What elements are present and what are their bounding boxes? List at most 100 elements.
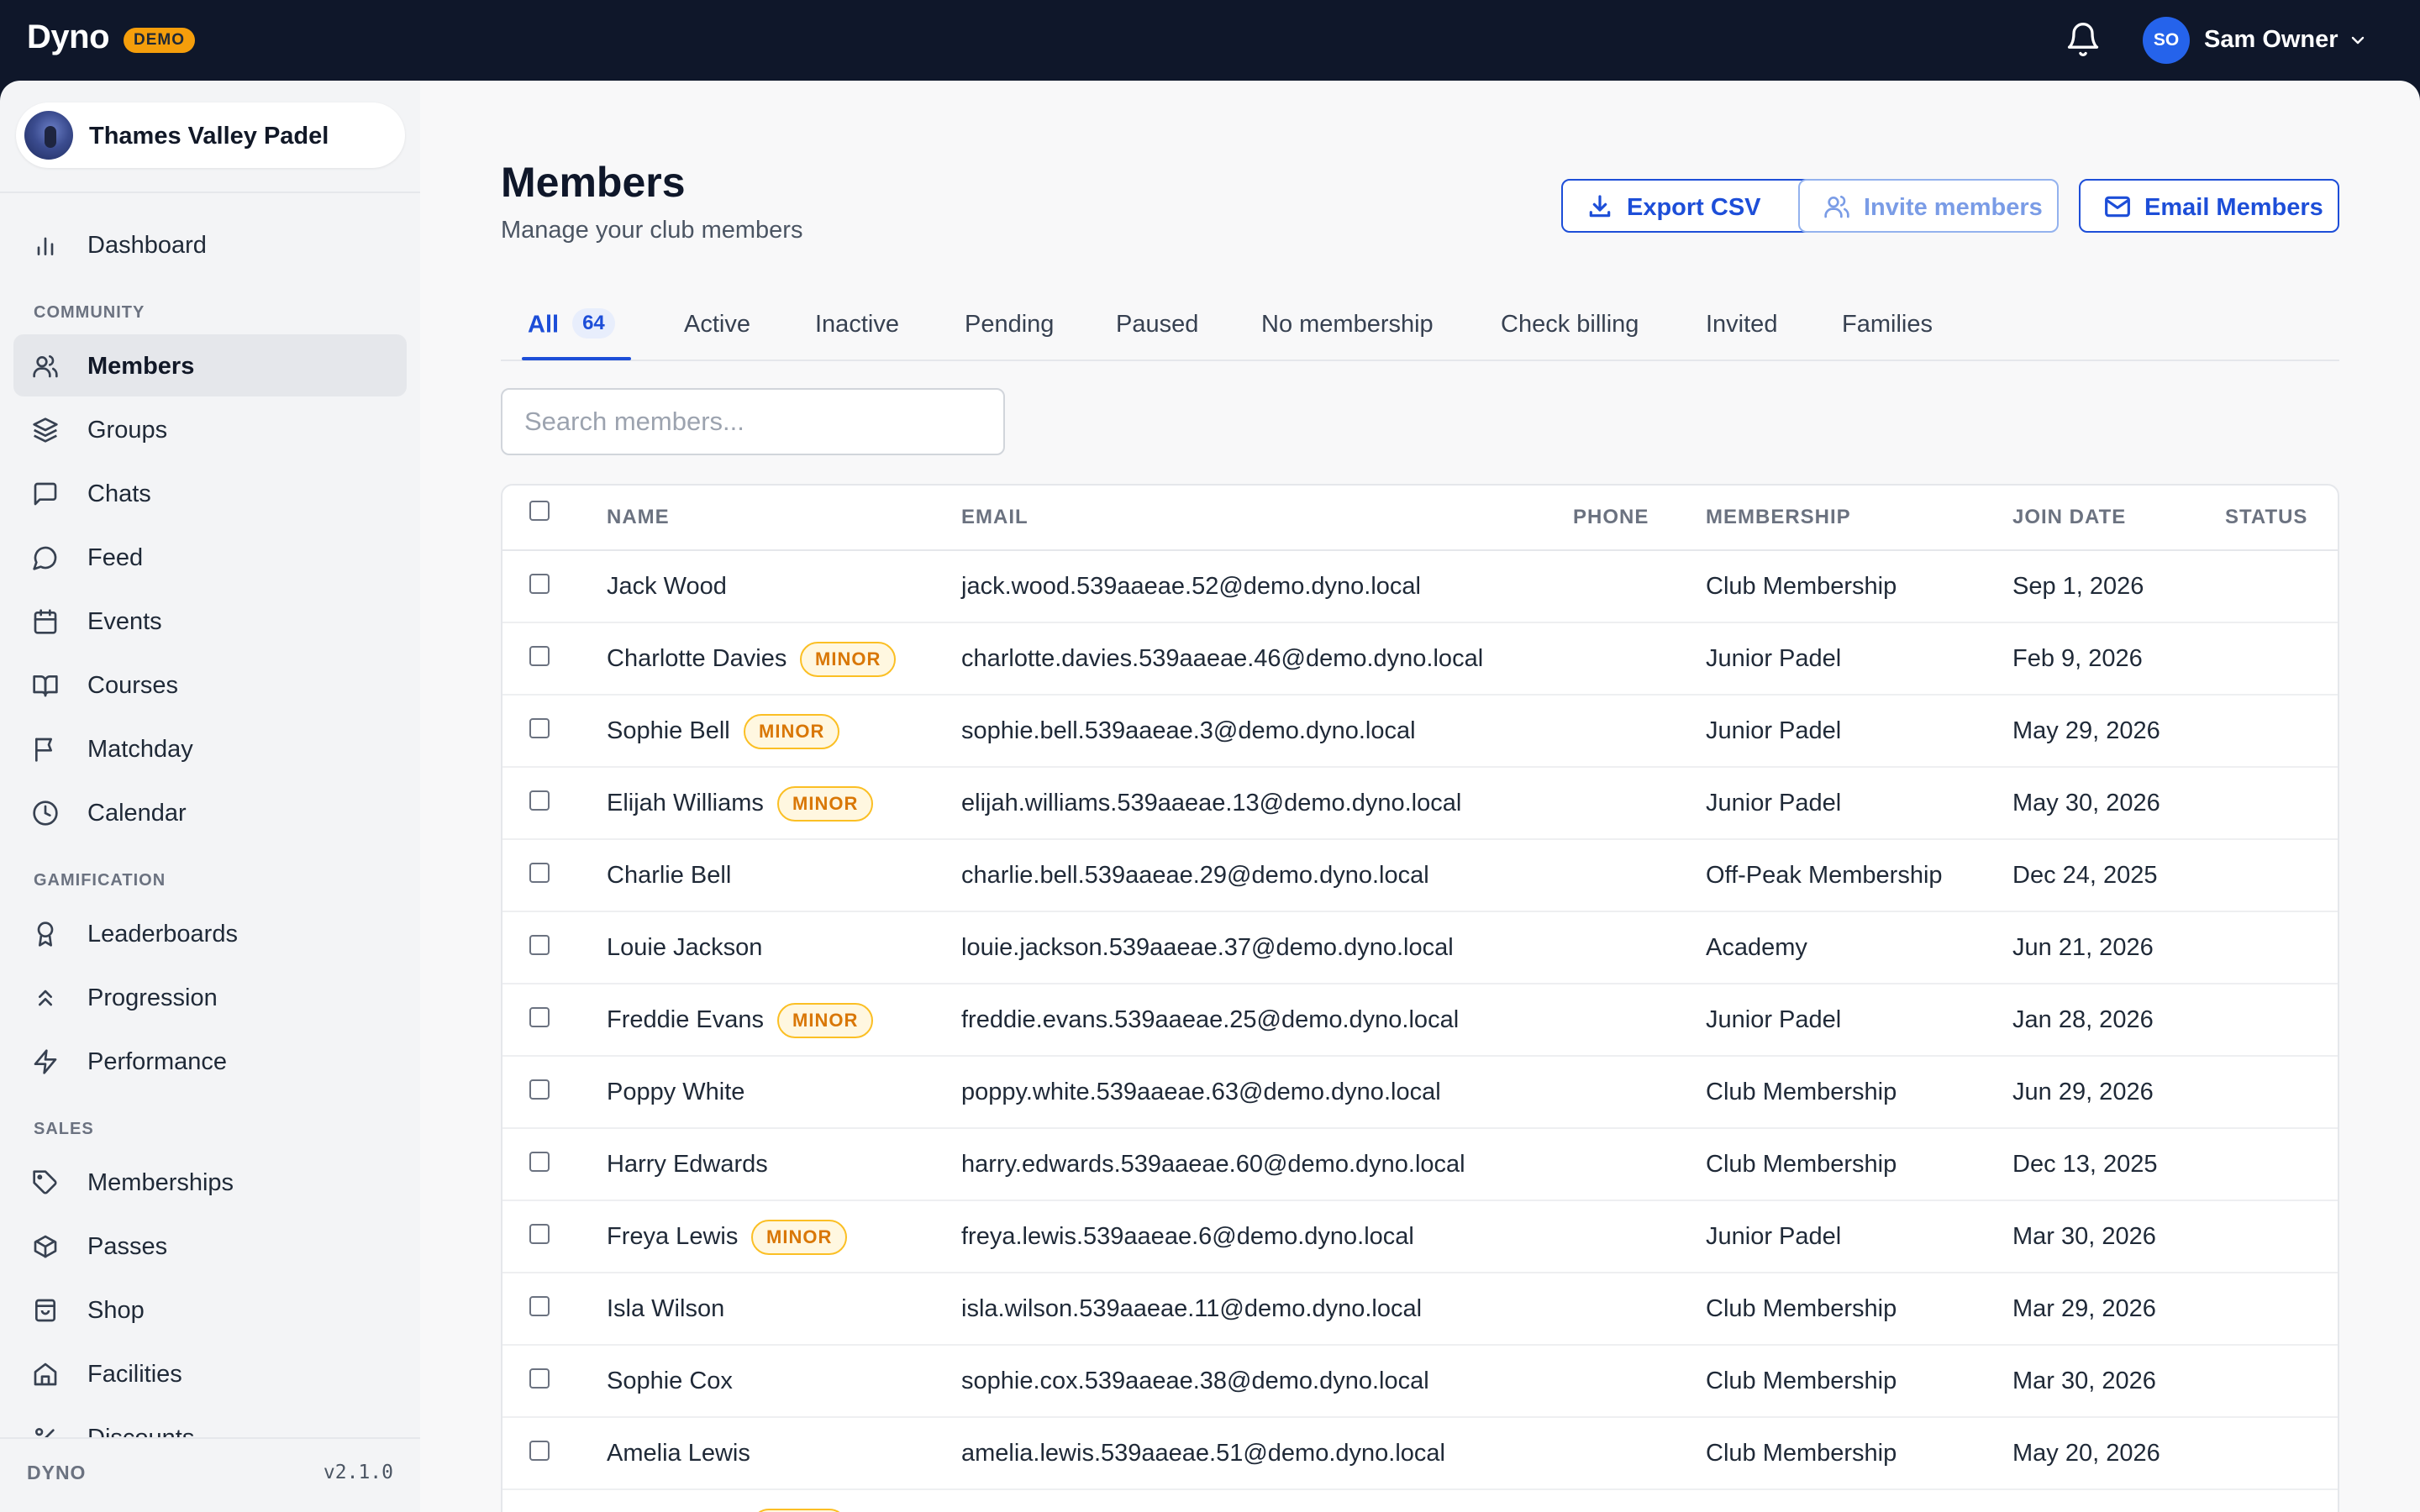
invite-members-button[interactable]: Invite members: [1798, 179, 2059, 233]
table-row[interactable]: Freya Lewis MINOR freya.lewis.539aaeae.6@d…: [502, 1201, 2338, 1273]
row-checkbox[interactable]: [529, 1441, 550, 1461]
tab-paused[interactable]: Paused: [1116, 311, 1198, 339]
export-csv-button[interactable]: Export CSV: [1561, 179, 1822, 233]
sidebar-item-chats[interactable]: Chats: [13, 462, 407, 524]
row-checkbox[interactable]: [529, 1224, 550, 1244]
column-header-membership[interactable]: MEMBERSHIP: [1706, 506, 1851, 529]
member-name[interactable]: Freddie Evans: [607, 1006, 764, 1034]
sidebar-item-label: Performance: [87, 1048, 228, 1075]
club-switcher[interactable]: Thames Valley Padel: [16, 102, 405, 168]
table-row[interactable]: Sophie Bell MINOR sophie.bell.539aaeae.3@d…: [502, 696, 2338, 768]
main-content: Members Manage your club members Export …: [420, 81, 2420, 1512]
table-row[interactable]: Charlotte Davies MINOR charlotte.davies.53…: [502, 623, 2338, 696]
tab-inactive[interactable]: Inactive: [815, 311, 899, 339]
member-membership: Club Membership: [1706, 573, 1897, 600]
tab-families[interactable]: Families: [1842, 311, 1933, 339]
member-name[interactable]: Elijah Williams: [607, 790, 764, 817]
column-header-phone[interactable]: PHONE: [1573, 506, 1649, 529]
row-checkbox[interactable]: [529, 1007, 550, 1027]
row-checkbox[interactable]: [529, 863, 550, 883]
member-name[interactable]: Harry Edwards: [607, 1151, 768, 1179]
app-logo[interactable]: Dyno: [27, 18, 110, 56]
sidebar-item-matchday[interactable]: Matchday: [13, 717, 407, 780]
sidebar-item-courses[interactable]: Courses: [13, 654, 407, 716]
tab-all[interactable]: All 64: [528, 308, 615, 341]
member-name[interactable]: Sophie Cox: [607, 1368, 733, 1395]
member-email: poppy.white.539aaeae.63@demo.dyno.local: [961, 1079, 1441, 1105]
chevron-down-icon[interactable]: [2348, 30, 2368, 50]
member-name[interactable]: Jack Wood: [607, 573, 727, 601]
table-row[interactable]: Poppy White poppy.white.539aaeae.63@demo.…: [502, 1057, 2338, 1129]
bell-icon[interactable]: [2065, 21, 2102, 58]
table-row[interactable]: Charlie Bell charlie.bell.539aaeae.29@dem…: [502, 840, 2338, 912]
member-name[interactable]: Amelia Lewis: [607, 1440, 750, 1467]
member-join-date: Dec 13, 2025: [2012, 1151, 2158, 1178]
member-filter-tabs: All 64 Active Inactive Pending Paused No …: [501, 282, 2339, 361]
table-row[interactable]: Amelia Lewis amelia.lewis.539aaeae.51@dem…: [502, 1418, 2338, 1490]
row-checkbox[interactable]: [529, 1079, 550, 1100]
row-checkbox[interactable]: [529, 935, 550, 955]
member-name[interactable]: Charlotte Davies: [607, 645, 786, 673]
sidebar-item-label: Courses: [87, 672, 178, 699]
row-checkbox[interactable]: [529, 1152, 550, 1172]
select-all-checkbox[interactable]: [529, 501, 550, 521]
table-row[interactable]: Jack Wood jack.wood.539aaeae.52@demo.dyno…: [502, 551, 2338, 623]
sidebar-item-dashboard[interactable]: Dashboard: [13, 213, 407, 276]
table-row[interactable]: Freddie Evans MINOR freddie.evans.539aaeae…: [502, 984, 2338, 1057]
member-email: jack.wood.539aaeae.52@demo.dyno.local: [961, 573, 1421, 600]
member-join-date: May 30, 2026: [2012, 790, 2160, 816]
tab-pending[interactable]: Pending: [965, 311, 1054, 339]
avatar[interactable]: SO: [2143, 17, 2190, 64]
flag-icon: [35, 738, 52, 762]
member-name[interactable]: Freya Lewis: [607, 1223, 738, 1251]
row-checkbox[interactable]: [529, 574, 550, 594]
sidebar-item-members[interactable]: Members: [13, 334, 407, 396]
tab-check-billing[interactable]: Check billing: [1501, 311, 1639, 339]
column-header-email[interactable]: EMAIL: [961, 506, 1028, 529]
user-name[interactable]: Sam Owner: [2204, 26, 2338, 54]
row-checkbox[interactable]: [529, 718, 550, 738]
member-name[interactable]: Charlie Bell: [607, 862, 731, 890]
column-header-join-date[interactable]: JOIN DATE: [2012, 506, 2126, 529]
sidebar-item-shop[interactable]: Shop: [13, 1278, 407, 1341]
sidebar-item-label: Matchday: [87, 736, 193, 763]
row-checkbox[interactable]: [529, 646, 550, 666]
table-row[interactable]: Louie Jackson louie.jackson.539aaeae.37@d…: [502, 912, 2338, 984]
column-header-name[interactable]: NAME: [607, 506, 670, 529]
sidebar-item-events[interactable]: Events: [13, 590, 407, 652]
table-row[interactable]: Maya HarrisMINORmaya.harris.539aaeae.22@…: [502, 1490, 2338, 1512]
layers-icon: [33, 417, 58, 443]
sidebar-item-passes[interactable]: Passes: [13, 1215, 407, 1277]
search-input[interactable]: [501, 388, 1005, 455]
email-members-button[interactable]: Email Members: [2079, 179, 2339, 233]
table-row[interactable]: Sophie Cox sophie.cox.539aaeae.38@demo.dy…: [502, 1346, 2338, 1418]
tab-invited[interactable]: Invited: [1706, 311, 1777, 339]
table-row[interactable]: Isla Wilson isla.wilson.539aaeae.11@demo.…: [502, 1273, 2338, 1346]
member-name[interactable]: Sophie Bell: [607, 717, 730, 745]
calendar-icon: [34, 609, 57, 634]
tab-active[interactable]: Active: [684, 311, 750, 339]
table-row[interactable]: Elijah Williams MINOR elijah.williams.539a…: [502, 768, 2338, 840]
sidebar-item-memberships[interactable]: Memberships: [13, 1151, 407, 1213]
member-join-date: Sep 1, 2026: [2012, 573, 2144, 600]
sidebar-item-progression[interactable]: Progression: [13, 966, 407, 1028]
sidebar-item-label: Leaderboards: [87, 921, 238, 948]
footer-brand: DYNO: [27, 1462, 87, 1483]
sidebar-item-calendar[interactable]: Calendar: [13, 781, 407, 843]
sidebar-item-feed[interactable]: Feed: [13, 526, 407, 588]
sidebar-item-facilities[interactable]: Facilities: [13, 1342, 407, 1404]
member-name[interactable]: Louie Jackson: [607, 934, 762, 962]
minor-badge: MINOR: [751, 1220, 848, 1255]
sidebar-item-groups[interactable]: Groups: [13, 398, 407, 460]
member-name[interactable]: Isla Wilson: [607, 1295, 724, 1323]
member-join-date: Mar 30, 2026: [2012, 1223, 2156, 1250]
row-checkbox[interactable]: [529, 1296, 550, 1316]
table-row[interactable]: Harry Edwards harry.edwards.539aaeae.60@d…: [502, 1129, 2338, 1201]
row-checkbox[interactable]: [529, 790, 550, 811]
row-checkbox[interactable]: [529, 1368, 550, 1389]
member-name[interactable]: Poppy White: [607, 1079, 744, 1106]
sidebar-item-leaderboards[interactable]: Leaderboards: [13, 902, 407, 964]
sidebar-item-performance[interactable]: Performance: [13, 1030, 407, 1092]
column-header-status[interactable]: STATUS: [2225, 506, 2307, 529]
tab-no-membership[interactable]: No membership: [1261, 311, 1434, 339]
